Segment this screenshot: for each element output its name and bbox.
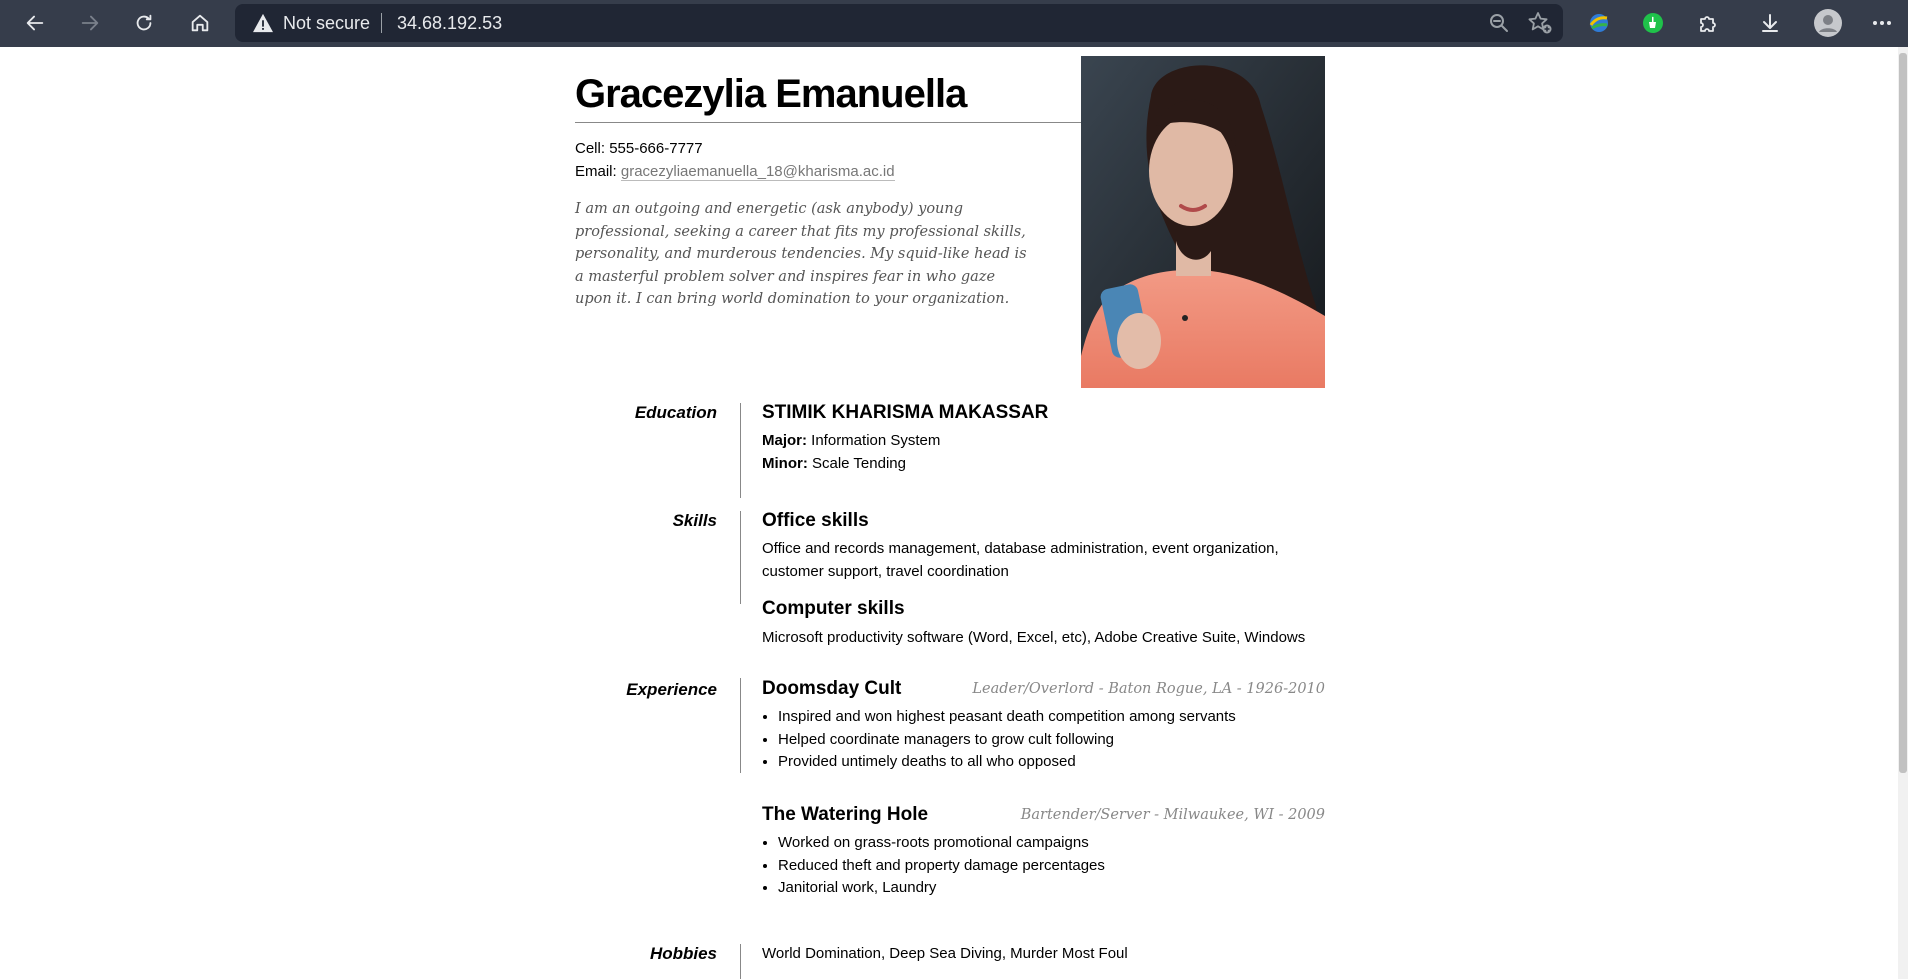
skills-label: Skills	[672, 511, 717, 530]
reload-icon[interactable]	[126, 5, 162, 41]
home-icon[interactable]	[182, 5, 218, 41]
extension-globe-icon[interactable]	[1581, 5, 1617, 41]
hobbies-label: Hobbies	[649, 944, 717, 963]
minor-value: Scale Tending	[812, 455, 906, 472]
list-item: Helped coordinate managers to grow cult …	[778, 729, 1236, 752]
profile-photo	[1081, 56, 1325, 388]
job-org: Doomsday Cult	[762, 678, 902, 699]
url-text[interactable]: 34.68.192.53	[397, 13, 502, 34]
cell-label: Cell:	[575, 140, 606, 157]
more-menu-icon[interactable]	[1864, 5, 1900, 41]
address-bar[interactable]: Not secure 34.68.192.53	[235, 4, 1563, 42]
hobbies-text: World Domination, Deep Sea Diving, Murde…	[762, 945, 1128, 962]
office-skills-title: Office skills	[762, 510, 869, 531]
list-item: Janitorial work, Laundry	[778, 877, 1105, 900]
summary-text: I am an outgoing and energetic (ask anyb…	[575, 201, 1027, 308]
experience-divider	[740, 678, 741, 773]
list-item: Worked on grass-roots promotional campai…	[778, 832, 1105, 855]
school-name: STIMIK KHARISMA MAKASSAR	[762, 402, 1049, 423]
list-item: Provided untimely deaths to all who oppo…	[778, 751, 1236, 774]
email-label: Email:	[575, 163, 617, 180]
experience-label: Experience	[626, 680, 717, 699]
job-bullets: Inspired and won highest peasant death c…	[762, 706, 1236, 774]
name-divider	[575, 122, 1081, 123]
minor-label: Minor:	[762, 455, 808, 472]
resume-name: Gracezylia Emanuella	[575, 72, 967, 116]
browser-toolbar: Not secure 34.68.192.53	[0, 0, 1908, 47]
office-skills-desc: Office and records management, database …	[762, 540, 1279, 580]
computer-skills-title: Computer skills	[762, 598, 905, 619]
education-label: Education	[634, 403, 717, 422]
job-bullets: Worked on grass-roots promotional campai…	[762, 832, 1105, 900]
download-icon[interactable]	[1752, 5, 1788, 41]
security-label[interactable]: Not secure	[283, 13, 370, 34]
zoom-out-icon[interactable]	[1487, 11, 1511, 40]
email-line: Email: gracezyliaemanuella_18@kharisma.a…	[575, 163, 895, 181]
skills-divider	[740, 511, 741, 604]
favorite-add-icon[interactable]	[1527, 11, 1553, 40]
major-line: Major: Information System	[762, 432, 940, 449]
major-value: Information System	[811, 432, 941, 449]
cell-value: 555-666-7777	[609, 140, 703, 157]
profile-avatar-icon[interactable]	[1810, 5, 1846, 41]
job-meta: Leader/Overlord - Baton Rogue, LA - 1926…	[972, 681, 1325, 697]
email-link[interactable]: gracezyliaemanuella_18@kharisma.ac.id	[620, 163, 895, 181]
warning-icon[interactable]	[252, 13, 274, 38]
extension-green-icon[interactable]	[1635, 5, 1671, 41]
list-item: Inspired and won highest peasant death c…	[778, 706, 1236, 729]
back-icon[interactable]	[17, 5, 53, 41]
hobbies-divider	[740, 944, 741, 979]
extensions-puzzle-icon[interactable]	[1690, 5, 1726, 41]
forward-icon[interactable]	[72, 5, 108, 41]
computer-skills-desc: Microsoft productivity software (Word, E…	[762, 629, 1306, 646]
minor-line: Minor: Scale Tending	[762, 455, 906, 472]
scrollbar-thumb[interactable]	[1899, 53, 1907, 773]
education-divider	[740, 403, 741, 498]
url-separator	[381, 13, 382, 33]
major-label: Major:	[762, 432, 807, 449]
list-item: Reduced theft and property damage percen…	[778, 855, 1105, 878]
cell-line: Cell: 555-666-7777	[575, 140, 703, 157]
job-org: The Watering Hole	[762, 804, 929, 825]
vertical-scrollbar[interactable]	[1898, 47, 1908, 979]
job-meta: Bartender/Server - Milwaukee, WI - 2009	[1020, 807, 1325, 823]
